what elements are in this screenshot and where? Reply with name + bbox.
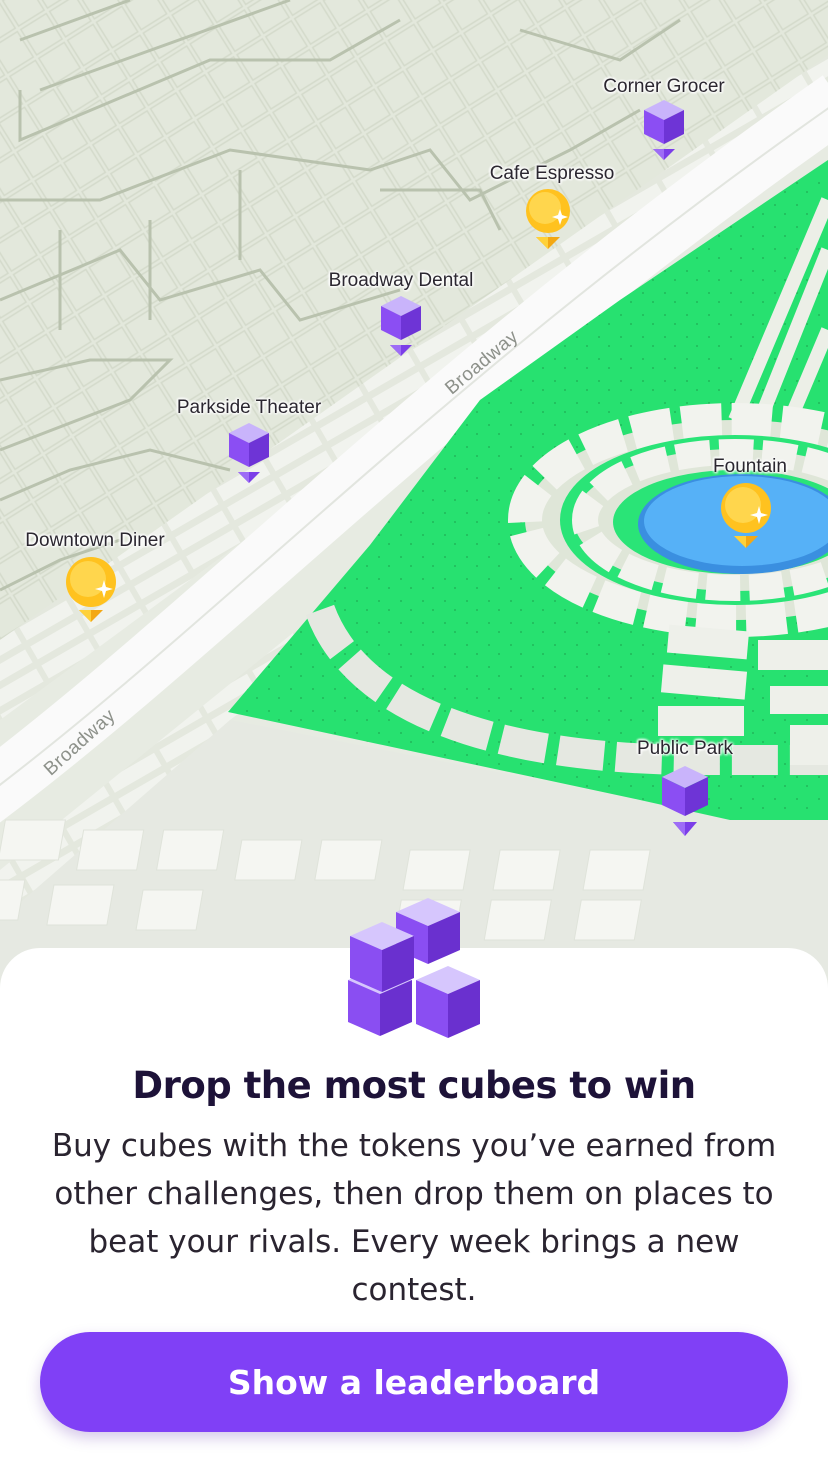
sheet-description: Buy cubes with the tokens you’ve earned … xyxy=(51,1128,777,1308)
sheet-title: Drop the most cubes to win xyxy=(132,1064,696,1107)
place-pin-corner-grocer[interactable]: Corner Grocer xyxy=(603,76,725,160)
place-label: Corner Grocer xyxy=(603,76,725,97)
cube-pin-icon xyxy=(662,766,708,836)
place-label: Downtown Diner xyxy=(25,530,165,551)
map-view[interactable]: Broadway Broadway Corner Grocer Cafe Esp… xyxy=(0,0,828,1000)
coin-pin-icon xyxy=(721,483,771,548)
place-label: Parkside Theater xyxy=(176,397,322,418)
place-label: Cafe Espresso xyxy=(489,163,615,184)
place-pin-cafe-espresso[interactable]: Cafe Espresso xyxy=(490,163,614,249)
coin-pin-icon xyxy=(66,557,116,622)
cube-pin-icon xyxy=(229,423,269,483)
place-pin-downtown-diner[interactable]: Downtown Diner xyxy=(25,530,165,622)
coin-pin-icon xyxy=(526,189,570,249)
place-pin-public-park[interactable]: Public Park xyxy=(637,738,733,836)
place-label: Broadway Dental xyxy=(328,270,474,291)
place-pin-fountain[interactable]: Fountain xyxy=(713,456,787,548)
place-label: Fountain xyxy=(713,456,787,477)
place-label: Public Park xyxy=(636,738,734,759)
place-pin-broadway-dental[interactable]: Broadway Dental xyxy=(329,270,473,356)
cube-pin-icon xyxy=(644,100,684,160)
stacked-cubes-icon xyxy=(348,898,480,1038)
map-canvas xyxy=(0,0,828,1000)
cube-pin-icon xyxy=(381,296,421,356)
place-pin-parkside-theater[interactable]: Parkside Theater xyxy=(177,397,321,483)
show-leaderboard-button[interactable]: Show a leaderboard xyxy=(40,1332,788,1432)
